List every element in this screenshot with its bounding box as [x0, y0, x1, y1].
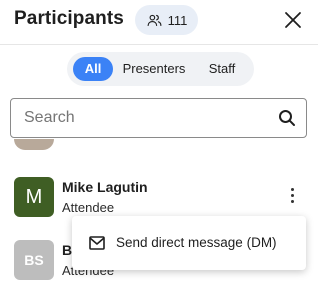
more-icon-dot [290, 187, 294, 191]
avatar: BS [14, 240, 54, 280]
participant-count-badge: 111 [135, 5, 198, 35]
search-box [10, 98, 307, 138]
panel-header: Participants 111 [0, 0, 318, 44]
search-icon[interactable] [277, 108, 297, 128]
role-filter: All Presenters Staff [67, 52, 254, 86]
people-icon [147, 14, 162, 26]
participants-panel: Participants 111 All Presenters Staff Se… [0, 0, 318, 291]
panel-title: Participants [14, 8, 124, 29]
send-dm-menu-item[interactable]: Send direct message (DM) [72, 216, 306, 270]
search-input[interactable] [11, 99, 271, 137]
more-icon-dot [290, 199, 294, 203]
filter-staff[interactable]: Staff [201, 57, 243, 81]
close-icon [285, 12, 301, 28]
filter-presenters[interactable]: Presenters [121, 57, 187, 81]
participant-count: 111 [167, 12, 188, 28]
avatar [14, 139, 54, 150]
participant-role: Attendee [62, 200, 115, 215]
participant-name: B [62, 242, 73, 258]
participant-name: Mike Lagutin [62, 179, 148, 195]
more-options-button[interactable] [283, 183, 301, 207]
header-divider [0, 44, 318, 45]
participant-context-menu: Send direct message (DM) [72, 216, 306, 270]
more-icon-dot [290, 193, 294, 197]
avatar: M [14, 177, 54, 217]
close-button[interactable] [280, 7, 306, 33]
mail-icon [89, 236, 105, 250]
menu-item-label: Send direct message (DM) [116, 235, 277, 250]
filter-all[interactable]: All [73, 57, 113, 81]
